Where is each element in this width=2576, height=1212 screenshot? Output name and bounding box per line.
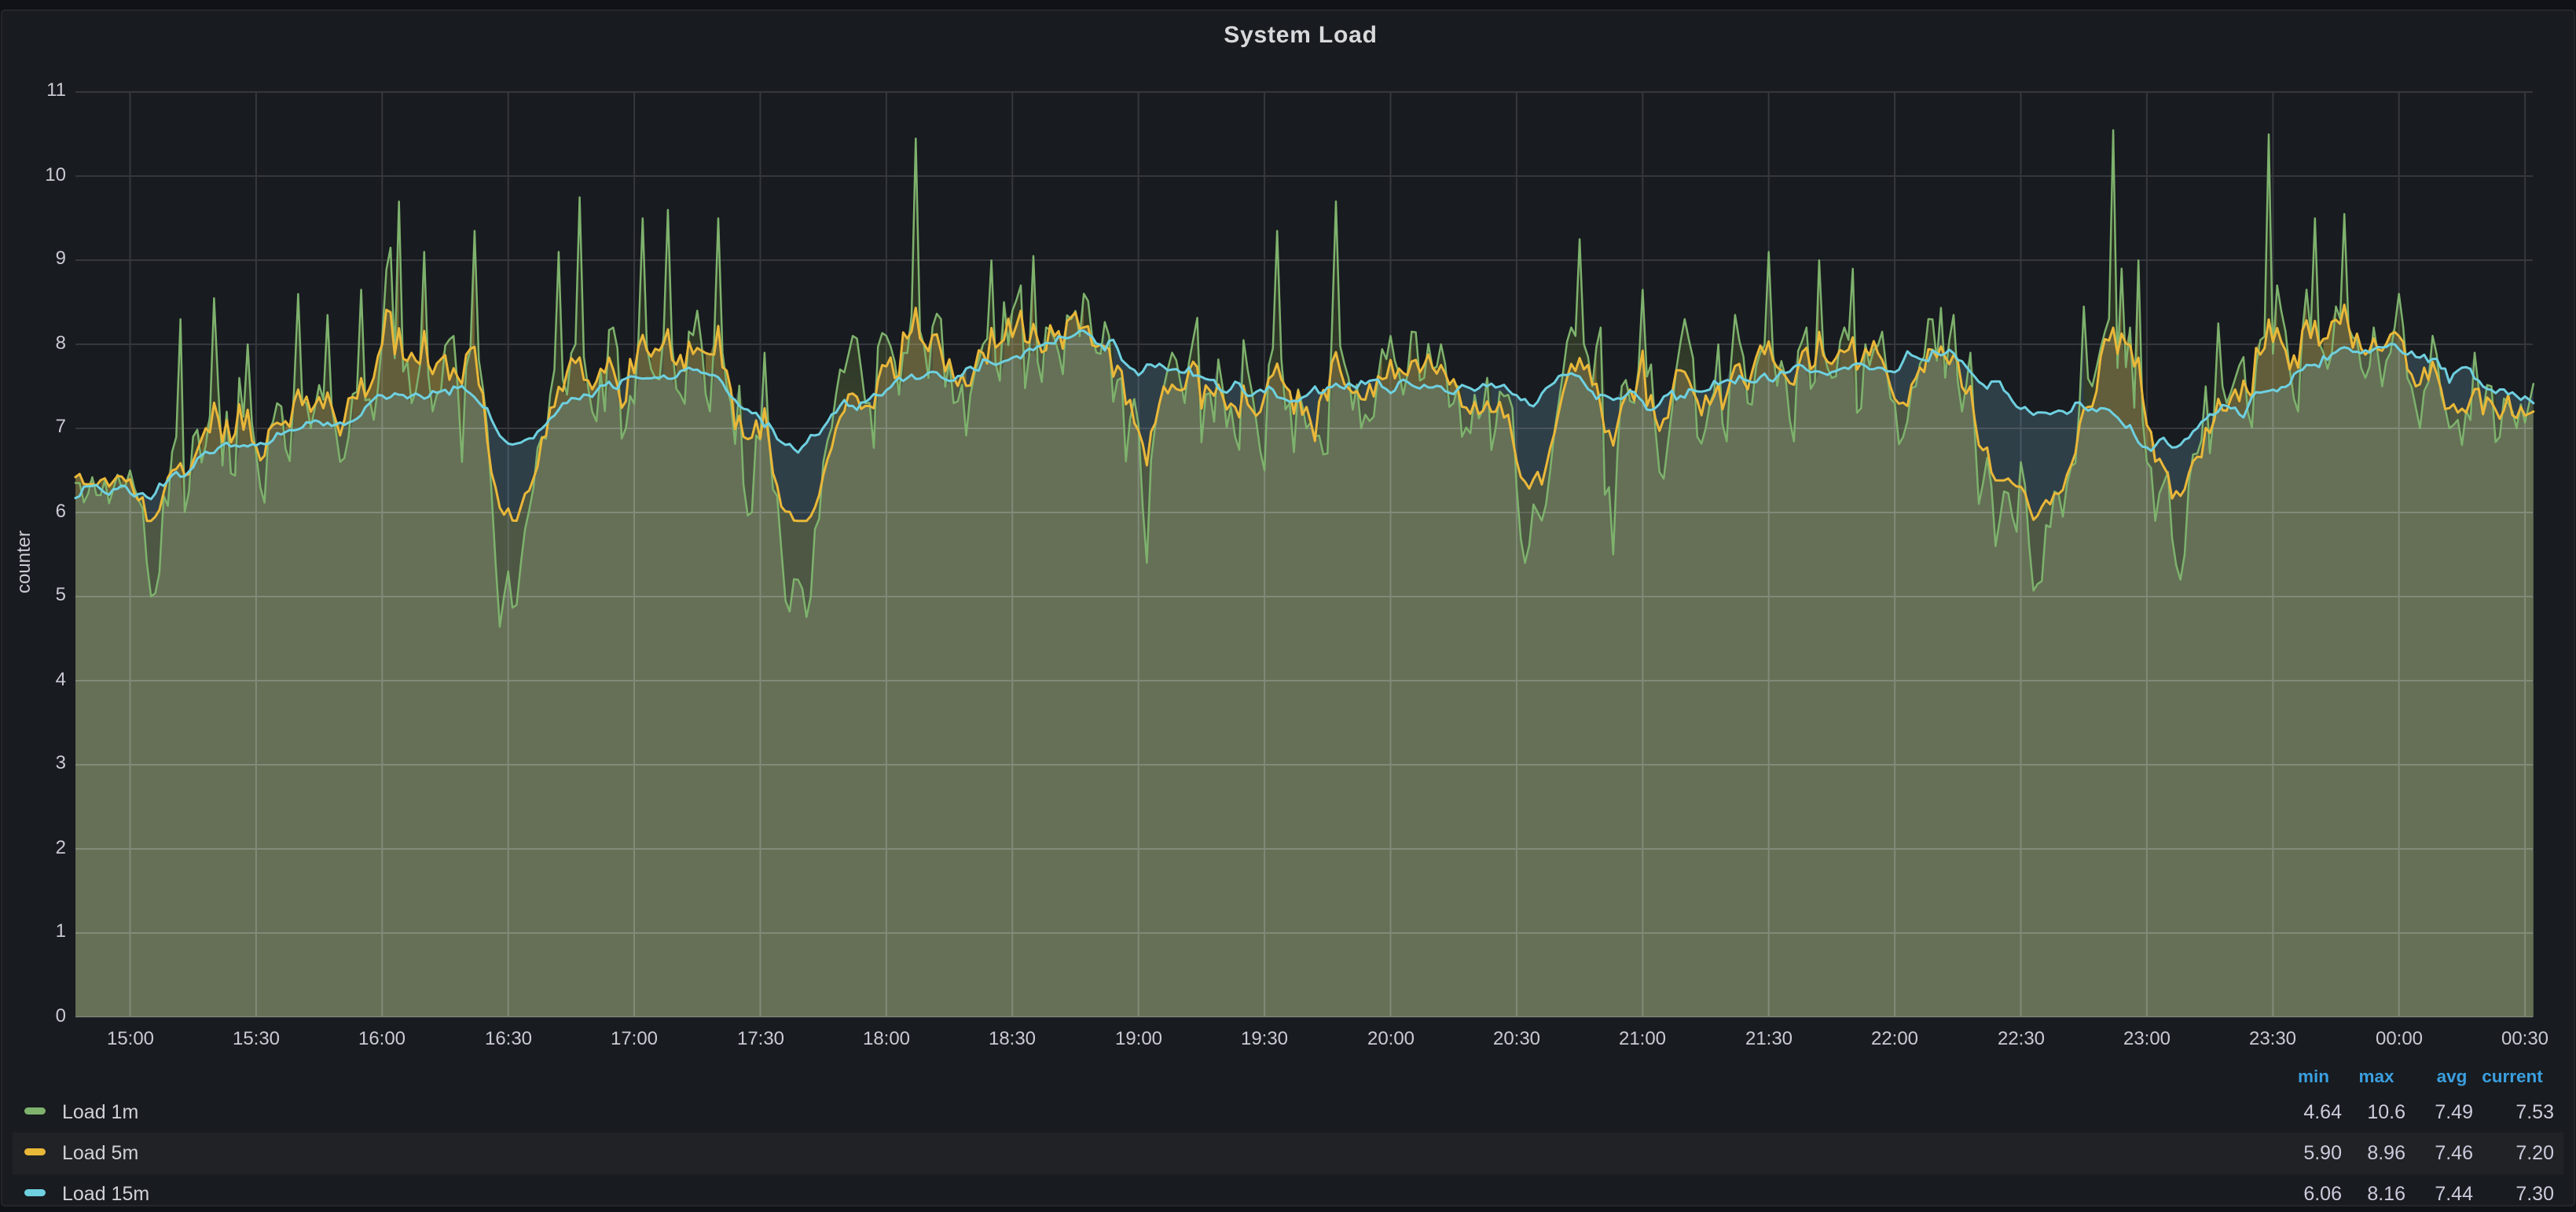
svg-text:5.90: 5.90 bbox=[2303, 1142, 2342, 1164]
svg-text:16:30: 16:30 bbox=[485, 1028, 532, 1049]
svg-text:8.96: 8.96 bbox=[2367, 1142, 2405, 1164]
svg-text:8.16: 8.16 bbox=[2367, 1183, 2405, 1205]
svg-text:Load 5m: Load 5m bbox=[62, 1142, 138, 1164]
svg-text:21:00: 21:00 bbox=[1619, 1028, 1666, 1049]
svg-text:22:30: 22:30 bbox=[1998, 1028, 2045, 1049]
svg-text:Load 15m: Load 15m bbox=[62, 1183, 149, 1205]
svg-text:System Load: System Load bbox=[1224, 22, 1378, 48]
svg-text:21:30: 21:30 bbox=[1745, 1028, 1793, 1049]
svg-text:20:30: 20:30 bbox=[1493, 1028, 1540, 1049]
svg-text:6.06: 6.06 bbox=[2303, 1183, 2342, 1205]
svg-text:7.49: 7.49 bbox=[2435, 1101, 2473, 1123]
svg-text:15:30: 15:30 bbox=[233, 1028, 280, 1049]
svg-text:0: 0 bbox=[56, 1005, 66, 1027]
svg-text:8: 8 bbox=[56, 332, 66, 354]
svg-text:1: 1 bbox=[56, 920, 66, 942]
svg-text:6: 6 bbox=[56, 501, 66, 522]
svg-text:00:00: 00:00 bbox=[2376, 1028, 2423, 1049]
svg-text:4: 4 bbox=[56, 669, 66, 690]
svg-text:7: 7 bbox=[56, 416, 66, 437]
svg-text:00:30: 00:30 bbox=[2501, 1028, 2548, 1049]
svg-text:19:00: 19:00 bbox=[1115, 1028, 1162, 1049]
svg-text:4.64: 4.64 bbox=[2303, 1101, 2342, 1123]
svg-text:19:30: 19:30 bbox=[1241, 1028, 1288, 1049]
svg-text:current: current bbox=[2482, 1067, 2543, 1086]
svg-text:15:00: 15:00 bbox=[107, 1028, 154, 1049]
svg-text:7.20: 7.20 bbox=[2515, 1142, 2554, 1164]
svg-text:18:00: 18:00 bbox=[863, 1028, 910, 1049]
svg-text:2: 2 bbox=[56, 837, 66, 858]
svg-text:20:00: 20:00 bbox=[1367, 1028, 1415, 1049]
svg-text:10.6: 10.6 bbox=[2367, 1101, 2405, 1123]
svg-text:min: min bbox=[2298, 1067, 2329, 1086]
svg-text:11: 11 bbox=[46, 79, 66, 101]
svg-text:7.44: 7.44 bbox=[2435, 1183, 2473, 1205]
svg-text:17:30: 17:30 bbox=[737, 1028, 784, 1049]
svg-text:counter: counter bbox=[13, 531, 35, 593]
svg-text:23:00: 23:00 bbox=[2123, 1028, 2171, 1049]
svg-text:7.46: 7.46 bbox=[2435, 1142, 2473, 1164]
svg-text:3: 3 bbox=[56, 752, 66, 773]
svg-text:16:00: 16:00 bbox=[358, 1028, 405, 1049]
svg-text:9: 9 bbox=[56, 248, 66, 269]
svg-text:22:00: 22:00 bbox=[1871, 1028, 1918, 1049]
svg-text:Load 1m: Load 1m bbox=[62, 1101, 138, 1123]
svg-text:avg: avg bbox=[2437, 1067, 2468, 1086]
svg-text:7.53: 7.53 bbox=[2515, 1101, 2554, 1123]
svg-text:5: 5 bbox=[56, 584, 66, 605]
svg-text:23:30: 23:30 bbox=[2249, 1028, 2296, 1049]
svg-text:max: max bbox=[2358, 1067, 2394, 1086]
svg-text:7.30: 7.30 bbox=[2515, 1183, 2554, 1205]
svg-text:10: 10 bbox=[45, 164, 66, 185]
svg-text:18:30: 18:30 bbox=[989, 1028, 1036, 1049]
svg-text:17:00: 17:00 bbox=[611, 1028, 658, 1049]
